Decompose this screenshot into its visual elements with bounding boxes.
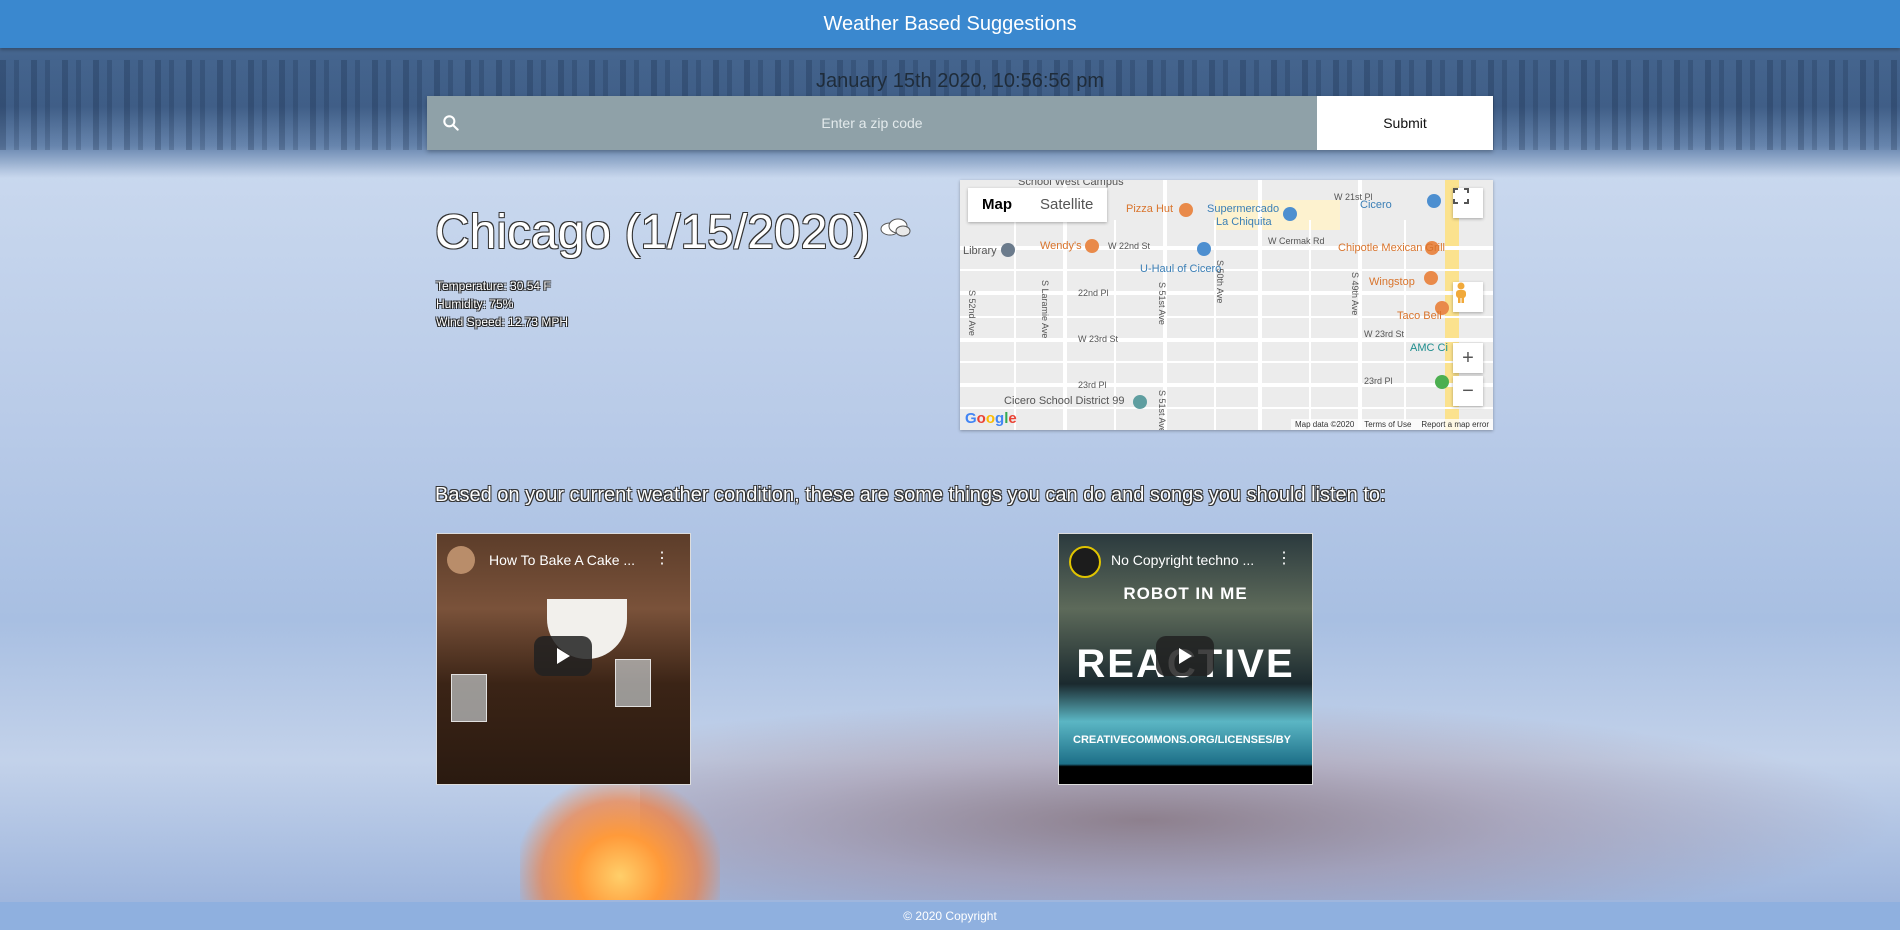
map-label-cicero-school: Cicero School District 99	[1004, 395, 1125, 407]
app-title: Weather Based Suggestions	[823, 12, 1077, 35]
wind-speed-text: Wind Speed: 12.73 MPH	[436, 315, 569, 329]
map-label-s-51st: S 51st Ave	[1157, 282, 1167, 325]
map-label-s-laramie: S Laramie Ave	[1040, 280, 1050, 339]
google-logo: Google	[965, 410, 1017, 427]
map-label-s-52nd: S 52nd Ave	[967, 290, 977, 336]
map-label-amc: AMC Ci	[1410, 342, 1448, 354]
map-label-s-49th: S 49th Ave	[1350, 272, 1360, 316]
video-embed-cake[interactable]: How To Bake A Cake ... ⋮	[436, 533, 691, 785]
channel-avatar[interactable]	[1069, 546, 1101, 578]
map-label-cicero: Cicero	[1360, 199, 1392, 211]
copyright-text: © 2020 Copyright	[903, 909, 997, 923]
street-view-pegman[interactable]	[1453, 282, 1483, 312]
map-label-school-west-campus: School West Campus	[1018, 180, 1124, 188]
submit-button[interactable]: Submit	[1317, 96, 1493, 150]
city-heading: Chicago (1/15/2020)	[435, 206, 870, 259]
suggestions-heading: Based on your current weather condition,…	[435, 484, 1386, 506]
map-label-library: Library	[963, 245, 997, 257]
play-icon	[557, 648, 570, 664]
map-type-control: Map Satellite	[968, 188, 1108, 222]
city-heading-row: Chicago (1/15/2020)	[435, 205, 912, 260]
map-label-s-50th: S 50th Ave	[1215, 260, 1225, 304]
fullscreen-icon	[1453, 188, 1469, 204]
humidity-text: Humidity: 75%	[436, 297, 514, 311]
zoom-out-button[interactable]: −	[1453, 376, 1483, 406]
map-label-wingstop: Wingstop	[1369, 276, 1415, 288]
map-label-taco-bell: Taco Bell	[1397, 310, 1442, 322]
map-label-uhaul: U-Haul of Cicero	[1140, 263, 1222, 275]
map-label-w-22nd-st: W 22nd St	[1108, 241, 1151, 251]
map-label-s-51st-south: S 51st Ave	[1157, 390, 1167, 430]
background-fire	[520, 780, 720, 900]
video-overlay-text-top: ROBOT IN ME	[1123, 584, 1248, 603]
map-label-pizza-hut: Pizza Hut	[1126, 203, 1174, 215]
map-label-w-23rd-st: W 23rd St	[1078, 334, 1119, 344]
map-label-la-chiquita: La Chiquita	[1216, 216, 1272, 228]
map-data-text: Map data ©2020	[1295, 420, 1355, 429]
map-footer: Map data ©2020 Terms of Use Report a map…	[1291, 419, 1493, 430]
map-label-supermercado: Supermercado	[1207, 203, 1280, 215]
play-button[interactable]	[534, 636, 592, 676]
map-label-22nd-pl: 22nd Pl	[1078, 288, 1109, 298]
map-label-wendys: Wendy's	[1040, 240, 1082, 252]
temperature-text: Temperature: 30.54 F	[436, 279, 551, 293]
search-field	[427, 95, 1317, 151]
zip-code-input[interactable]	[427, 95, 1317, 151]
channel-avatar[interactable]	[447, 546, 475, 574]
fullscreen-button[interactable]	[1453, 188, 1483, 218]
map-label-23rd-pl: 23rd Pl	[1078, 380, 1107, 390]
google-map[interactable]: School West Campus Pizza Hut Supermercad…	[960, 180, 1493, 430]
current-datetime: January 15th 2020, 10:56:56 pm	[816, 70, 1104, 92]
cloud-icon	[880, 218, 911, 237]
more-options-icon[interactable]: ⋮	[654, 548, 670, 568]
play-icon	[1179, 648, 1192, 664]
map-label-w-cermak-rd: W Cermak Rd	[1268, 236, 1325, 246]
video-title[interactable]: How To Bake A Cake ...	[489, 552, 639, 568]
weather-stats: Temperature: 30.54 F Humidity: 75% Wind …	[436, 277, 568, 331]
map-label-chipotle: Chipotle Mexican Grill	[1338, 242, 1445, 254]
report-map-error-link[interactable]: Report a map error	[1421, 420, 1489, 429]
map-type-map-tab[interactable]: Map	[968, 188, 1026, 222]
top-navbar: Weather Based Suggestions	[0, 0, 1900, 48]
page-footer: © 2020 Copyright	[0, 902, 1900, 930]
play-button[interactable]	[1156, 636, 1214, 676]
video-thumbnail-glass	[451, 674, 487, 722]
video-overlay-license: CREATIVECOMMONS.ORG/LICENSES/BY	[1073, 734, 1291, 746]
search-icon	[443, 115, 459, 131]
zip-search-bar: Submit	[427, 95, 1493, 151]
map-type-satellite-tab[interactable]: Satellite	[1026, 188, 1108, 222]
more-options-icon[interactable]: ⋮	[1276, 548, 1292, 568]
video-thumbnail-glass	[615, 659, 651, 707]
map-label-23rd-pl-east: 23rd Pl	[1364, 376, 1393, 386]
map-label-w-23rd-st-east: W 23rd St	[1364, 329, 1405, 339]
terms-of-use-link[interactable]: Terms of Use	[1364, 420, 1411, 429]
zoom-in-button[interactable]: +	[1453, 343, 1483, 373]
minus-icon: −	[1462, 379, 1474, 402]
pegman-icon	[1456, 282, 1466, 303]
video-embed-techno[interactable]: No Copyright techno ... ⋮ ROBOT IN ME RE…	[1058, 533, 1313, 785]
video-title[interactable]: No Copyright techno ...	[1111, 552, 1261, 568]
plus-icon: +	[1462, 346, 1474, 369]
